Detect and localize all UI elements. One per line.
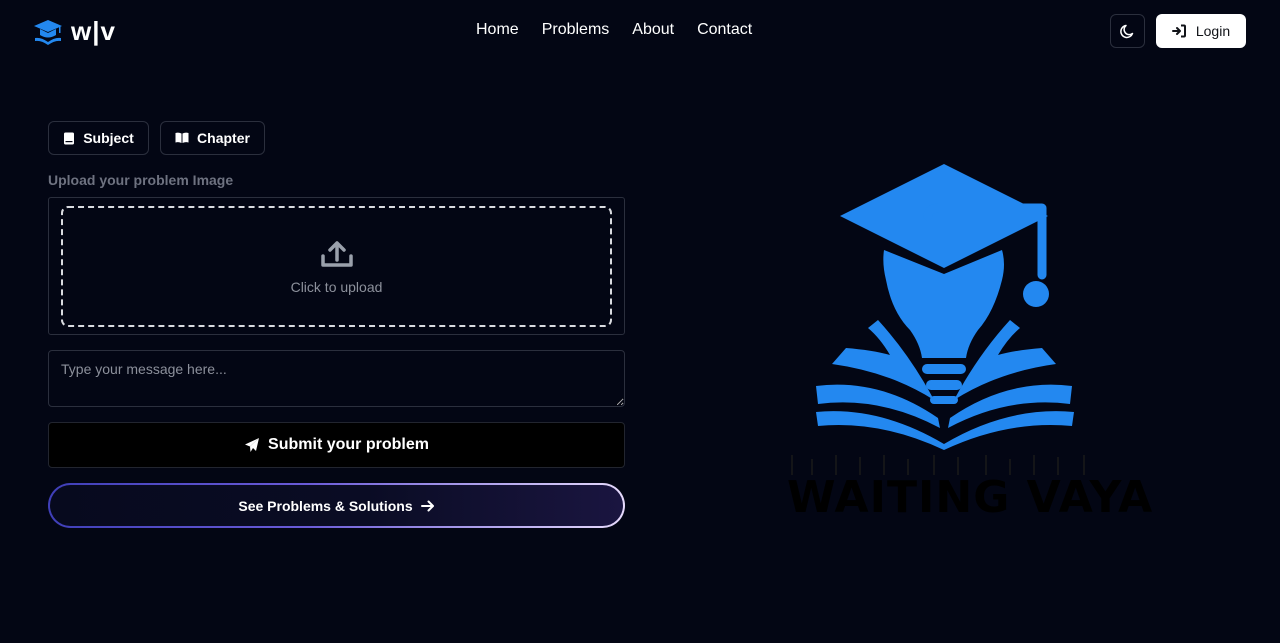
page: w|v Home Problems About Contact Login Su…: [0, 0, 1280, 643]
theme-toggle-button[interactable]: [1110, 14, 1145, 48]
message-input[interactable]: [48, 350, 625, 407]
upload-area: Click to upload: [48, 197, 625, 335]
submit-label: Submit your problem: [268, 436, 429, 453]
brand-wordmark: WAITING VAYA: [787, 472, 1154, 523]
book-open-icon: [175, 132, 189, 143]
paper-plane-icon: [245, 438, 260, 452]
upload-icon: [320, 240, 353, 267]
subject-label: Subject: [83, 130, 134, 146]
upload-dropzone[interactable]: Click to upload: [61, 206, 612, 327]
logo-text: w|v: [71, 16, 116, 46]
see-problems-inner: See Problems & Solutions: [50, 485, 623, 526]
moon-icon: [1119, 24, 1133, 39]
nav-problems[interactable]: Problems: [542, 21, 610, 39]
nav-home[interactable]: Home: [476, 21, 519, 39]
see-problems-label: See Problems & Solutions: [238, 497, 413, 514]
sign-in-icon: [1171, 24, 1186, 38]
site-logo[interactable]: w|v: [33, 16, 116, 47]
chapter-label: Chapter: [197, 130, 250, 146]
nav-about[interactable]: About: [632, 21, 674, 39]
graduation-cap-icon: [34, 19, 62, 45]
nav-contact[interactable]: Contact: [697, 21, 752, 39]
submit-problem-button[interactable]: Submit your problem: [48, 422, 625, 468]
upload-prompt: Click to upload: [290, 278, 383, 295]
see-problems-button[interactable]: See Problems & Solutions: [48, 483, 625, 528]
arrow-right-icon: [420, 500, 434, 511]
chapter-button[interactable]: Chapter: [160, 121, 265, 155]
main-nav: Home Problems About Contact: [476, 21, 752, 39]
upload-label: Upload your problem Image: [48, 172, 234, 188]
login-button[interactable]: Login: [1156, 14, 1246, 48]
book-icon: [64, 132, 75, 144]
login-label: Login: [1195, 23, 1231, 39]
subject-button[interactable]: Subject: [48, 121, 149, 155]
